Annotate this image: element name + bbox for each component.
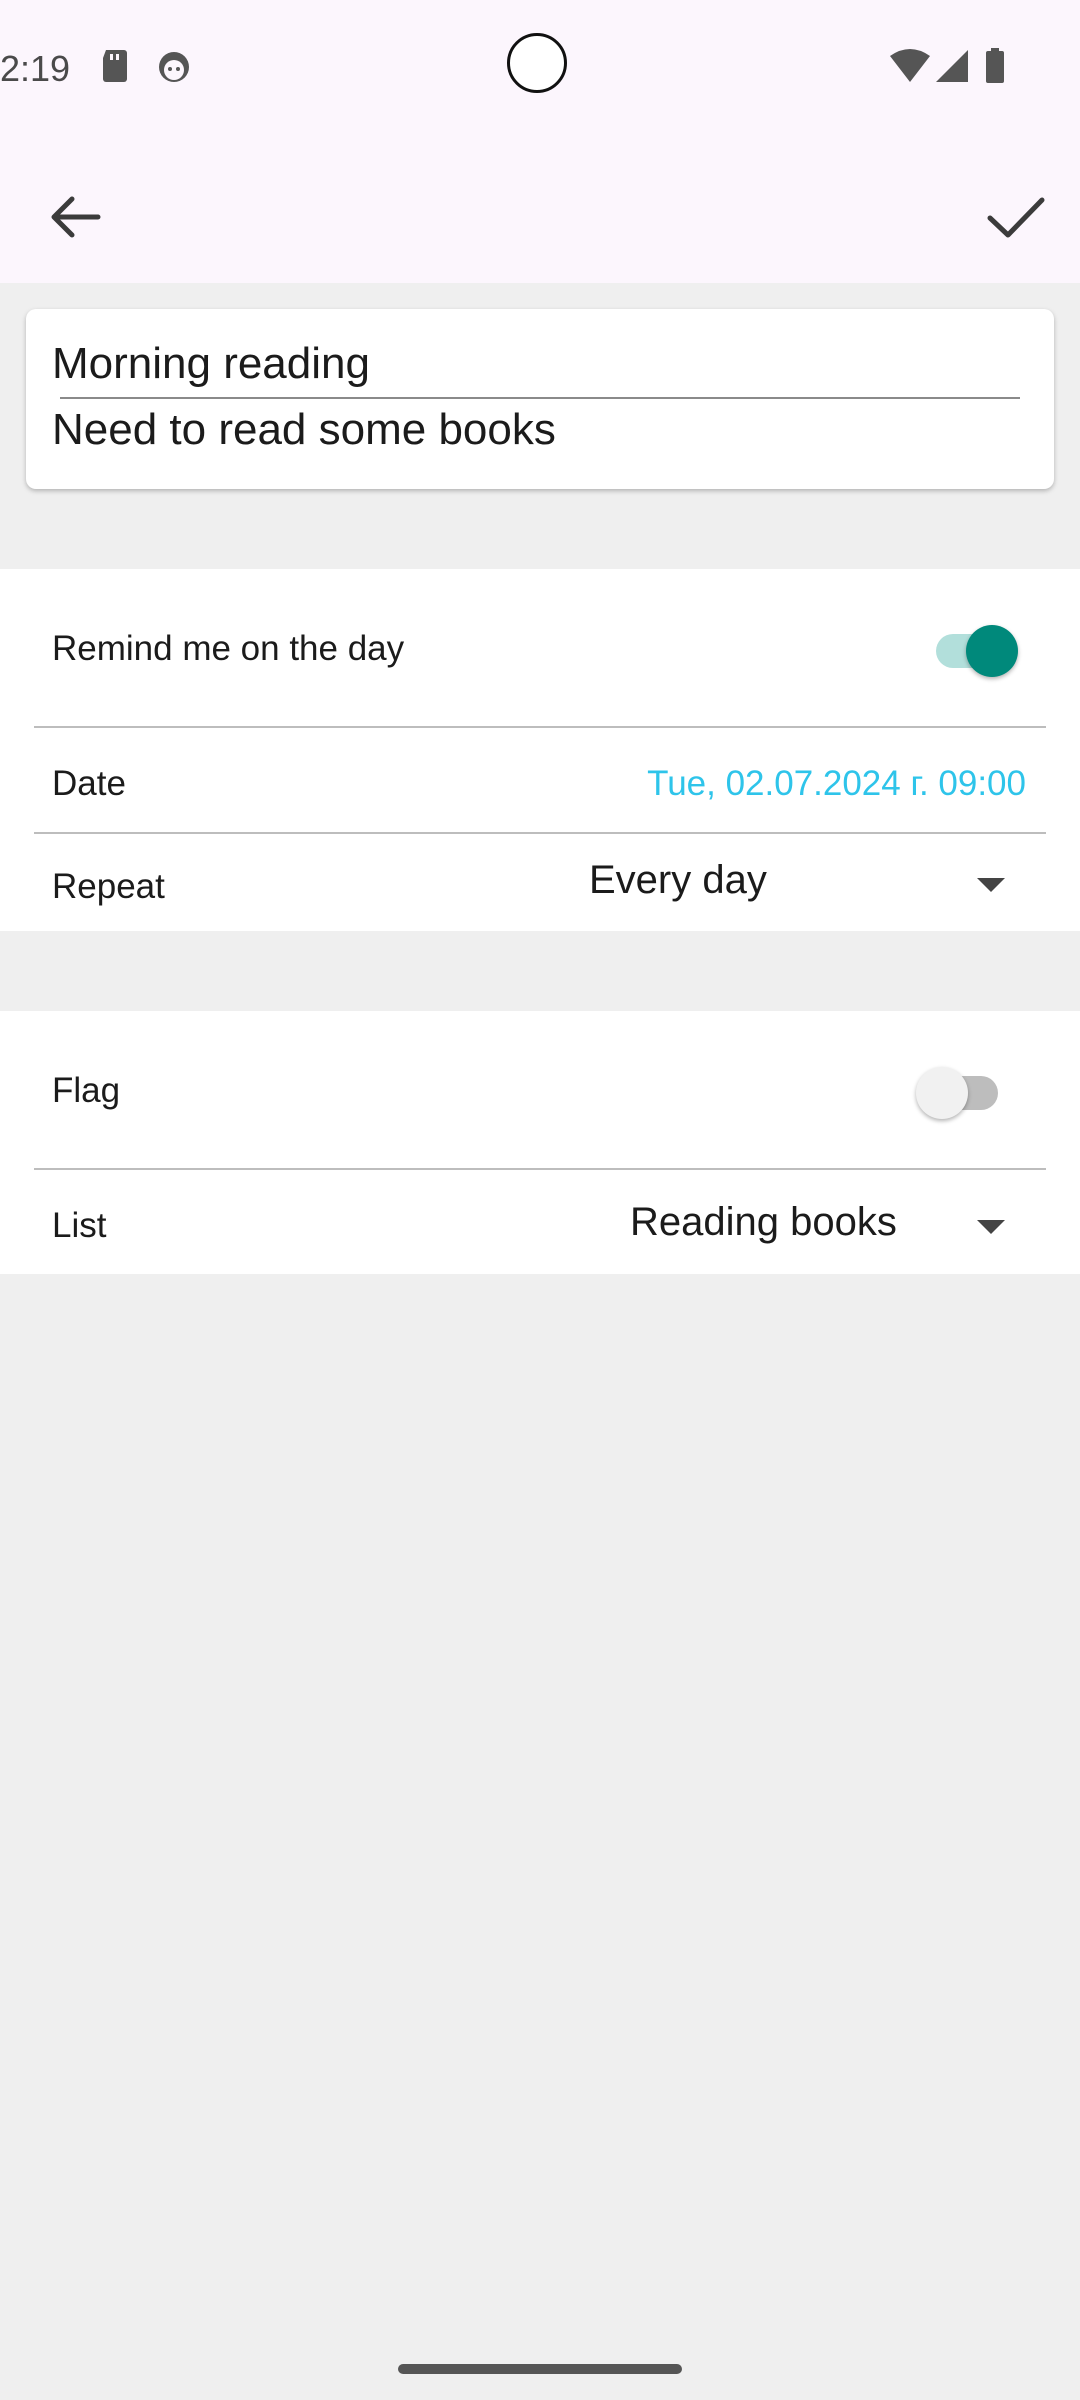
title-underline [60, 397, 1020, 399]
list-dropdown[interactable]: Reading books [620, 1186, 1020, 1256]
repeat-row: Repeat Every day [0, 834, 1080, 931]
date-row[interactable]: Date Tue, 02.07.2024 г. 09:00 [0, 728, 1080, 832]
details-section: Flag List Reading books [0, 1011, 1080, 1274]
wifi-icon [890, 49, 930, 82]
task-card: Morning reading Need to read some books [26, 309, 1054, 489]
front-camera [507, 33, 567, 93]
repeat-dropdown[interactable]: Every day [580, 844, 1020, 914]
task-note-input[interactable]: Need to read some books [52, 405, 556, 455]
chevron-down-icon [977, 878, 1005, 892]
battery-icon [986, 48, 1004, 83]
status-time: 2:19 [0, 48, 71, 89]
reminder-section: Remind me on the day Date Tue, 02.07.202… [0, 569, 1080, 931]
repeat-value: Every day [589, 858, 767, 902]
date-value: Tue, 02.07.2024 г. 09:00 [647, 764, 1026, 803]
android-head-icon [159, 52, 189, 82]
home-gesture-bar[interactable] [398, 2364, 682, 2374]
sd-card-icon [103, 50, 127, 82]
remind-me-label: Remind me on the day [52, 629, 405, 668]
cell-signal-icon [936, 50, 968, 82]
arrow-back-icon [51, 196, 101, 238]
remind-me-toggle[interactable] [930, 621, 1040, 681]
check-icon [987, 197, 1045, 238]
list-value: Reading books [630, 1200, 897, 1244]
top-app-bar: 2:19 [0, 0, 1080, 283]
date-label: Date [52, 764, 126, 803]
flag-toggle[interactable] [910, 1063, 1020, 1123]
remind-toggle-knob [966, 625, 1018, 677]
back-button[interactable] [40, 182, 110, 252]
repeat-label: Repeat [52, 867, 165, 906]
flag-toggle-knob [916, 1067, 968, 1119]
task-title-input[interactable]: Morning reading [52, 339, 370, 389]
chevron-down-icon [977, 1220, 1005, 1234]
flag-label: Flag [52, 1071, 121, 1110]
list-row: List Reading books [0, 1170, 1080, 1274]
save-button[interactable] [980, 182, 1050, 252]
list-label: List [52, 1206, 107, 1245]
